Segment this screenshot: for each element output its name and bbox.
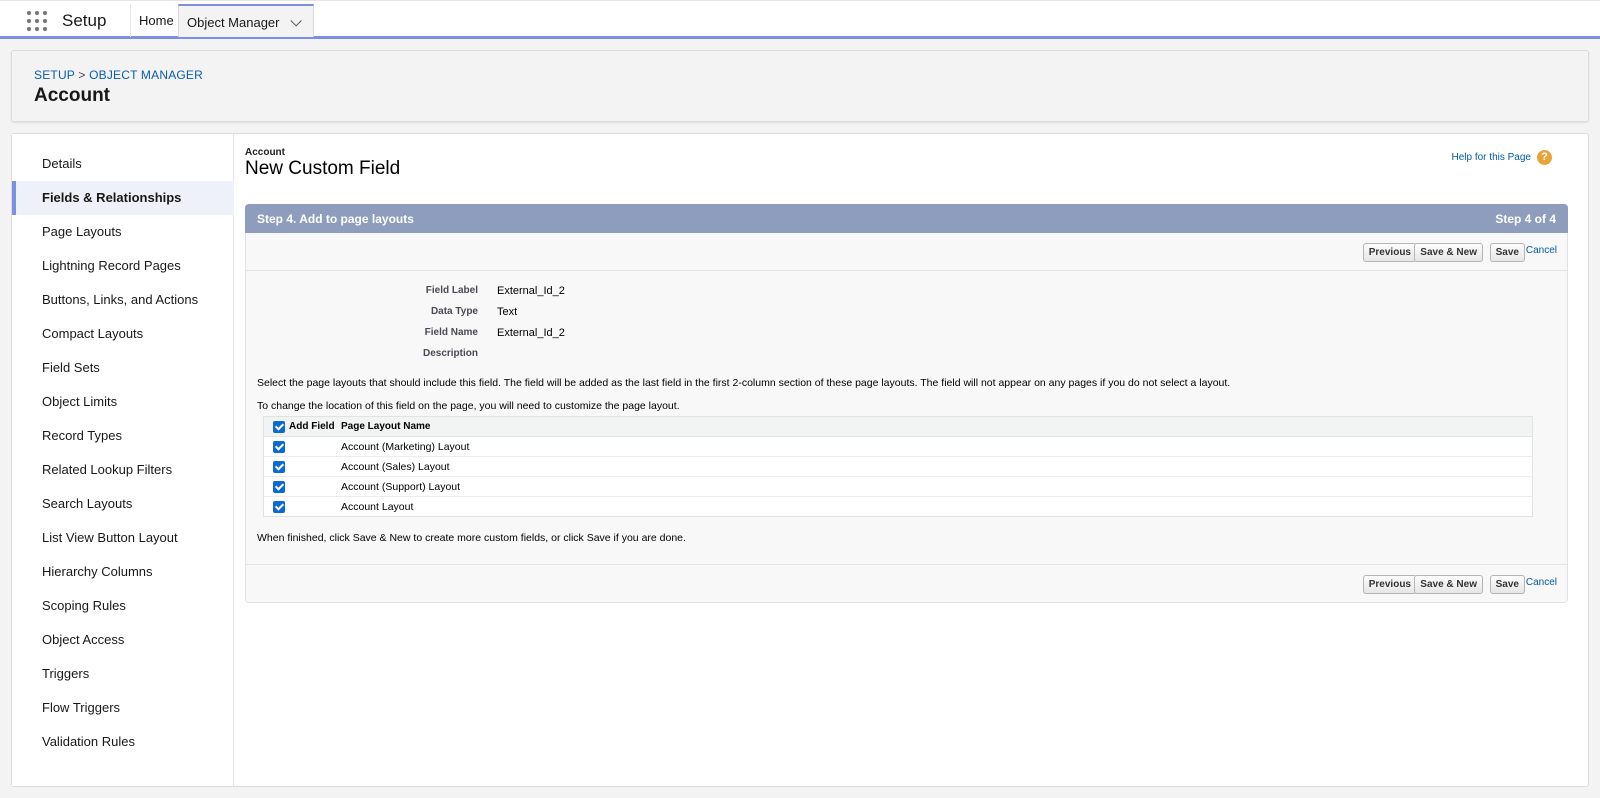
button-row-bottom: Previous Save & New Save Cancel xyxy=(246,564,1567,602)
instruction-text: Select the page layouts that should incl… xyxy=(257,377,1231,389)
detail-value: External_Id_2 xyxy=(497,285,565,297)
button-row-top: Previous Save & New Save Cancel xyxy=(246,233,1567,271)
previous-button[interactable]: Previous xyxy=(1362,243,1417,262)
table-row: Account Layout xyxy=(264,497,1532,517)
step-header: Step 4. Add to page layouts Step 4 of 4 xyxy=(245,204,1568,233)
instruction-text-secondary: To change the location of this field on … xyxy=(257,400,680,412)
page-title: Account xyxy=(34,85,110,106)
layout-name: Account (Sales) Layout xyxy=(341,461,450,473)
sidebar-item-fields-relationships[interactable]: Fields & Relationships xyxy=(12,181,234,215)
row-checkbox[interactable] xyxy=(273,501,285,513)
row-checkbox[interactable] xyxy=(273,441,285,453)
detail-field-label: Field Label External_Id_2 xyxy=(246,285,946,305)
table-header: Add Field Page Layout Name xyxy=(264,417,1532,437)
object-crumb: Account xyxy=(245,147,285,158)
sidebar-item-compact-layouts[interactable]: Compact Layouts xyxy=(12,317,234,351)
step-block: Step 4. Add to page layouts Step 4 of 4 … xyxy=(245,204,1568,603)
sidebar-item-page-layouts[interactable]: Page Layouts xyxy=(12,215,234,249)
detail-field-name: Field Name External_Id_2 xyxy=(246,327,946,347)
table-row: Account (Sales) Layout xyxy=(264,457,1532,477)
object-header: SETUP > OBJECT MANAGER Account xyxy=(11,50,1589,122)
app-launcher-icon[interactable] xyxy=(26,10,48,32)
detail-label: Description xyxy=(422,348,478,359)
help-link[interactable]: Help for this Page? xyxy=(1451,150,1552,165)
breadcrumb: SETUP > OBJECT MANAGER xyxy=(34,68,203,82)
help-icon[interactable]: ? xyxy=(1537,150,1552,165)
sidebar: Details Fields & Relationships Page Layo… xyxy=(12,134,234,786)
content-area: Account New Custom Field Help for this P… xyxy=(245,134,1580,786)
sidebar-item-details[interactable]: Details xyxy=(12,147,234,181)
detail-value: External_Id_2 xyxy=(497,327,565,339)
previous-button[interactable]: Previous xyxy=(1362,575,1417,594)
nav-tab-object-manager-label: Object Manager xyxy=(187,15,280,30)
cancel-link[interactable]: Cancel xyxy=(1526,577,1557,588)
page-heading: New Custom Field xyxy=(245,158,401,179)
save-new-button[interactable]: Save & New xyxy=(1414,575,1483,594)
save-button[interactable]: Save xyxy=(1489,243,1525,262)
sidebar-item-lightning-record-pages[interactable]: Lightning Record Pages xyxy=(12,249,234,283)
sidebar-item-object-limits[interactable]: Object Limits xyxy=(12,385,234,419)
column-header-add-field: Add Field xyxy=(289,421,335,432)
detail-description: Description xyxy=(246,348,946,368)
sidebar-item-buttons-links-actions[interactable]: Buttons, Links, and Actions xyxy=(12,283,234,317)
layout-name: Account (Support) Layout xyxy=(341,481,461,493)
sidebar-item-related-lookup-filters[interactable]: Related Lookup Filters xyxy=(12,453,234,487)
column-header-layout-name: Page Layout Name xyxy=(341,421,431,432)
detail-value: Text xyxy=(497,306,518,318)
nav-tab-home[interactable]: Home xyxy=(130,4,182,37)
app-name: Setup xyxy=(62,11,107,30)
row-checkbox[interactable] xyxy=(273,481,285,493)
save-new-button[interactable]: Save & New xyxy=(1414,243,1483,262)
chevron-down-icon[interactable] xyxy=(289,15,302,27)
global-header: Setup Home Object Manager xyxy=(0,0,1600,39)
detail-label: Field Label xyxy=(425,285,478,296)
finish-note: When finished, click Save & New to creat… xyxy=(257,532,686,544)
sidebar-item-list-view-button-layout[interactable]: List View Button Layout xyxy=(12,521,234,555)
breadcrumb-setup-link[interactable]: SETUP xyxy=(34,68,75,82)
save-button[interactable]: Save xyxy=(1489,575,1525,594)
row-checkbox[interactable] xyxy=(273,461,285,473)
help-link-label: Help for this Page xyxy=(1451,152,1532,164)
sidebar-item-field-sets[interactable]: Field Sets xyxy=(12,351,234,385)
sidebar-item-flow-triggers[interactable]: Flow Triggers xyxy=(12,691,234,725)
sidebar-item-record-types[interactable]: Record Types xyxy=(12,419,234,453)
layout-name: Account (Marketing) Layout xyxy=(341,441,470,453)
breadcrumb-separator: > xyxy=(74,68,90,82)
main-panel: Details Fields & Relationships Page Layo… xyxy=(11,133,1589,787)
select-all-checkbox[interactable] xyxy=(273,421,285,433)
cancel-link[interactable]: Cancel xyxy=(1526,245,1557,256)
layout-name: Account Layout xyxy=(341,501,414,513)
detail-data-type: Data Type Text xyxy=(246,306,946,326)
sidebar-item-triggers[interactable]: Triggers xyxy=(12,657,234,691)
sidebar-item-validation-rules[interactable]: Validation Rules xyxy=(12,725,234,759)
page-layouts-table: Add Field Page Layout Name Account (Mark… xyxy=(263,416,1533,517)
breadcrumb-object-manager-link[interactable]: OBJECT MANAGER xyxy=(89,68,203,82)
table-row: Account (Support) Layout xyxy=(264,477,1532,497)
table-row: Account (Marketing) Layout xyxy=(264,437,1532,457)
step-title: Step 4. Add to page layouts xyxy=(257,212,414,226)
sidebar-item-search-layouts[interactable]: Search Layouts xyxy=(12,487,234,521)
detail-label: Field Name xyxy=(424,327,478,338)
sidebar-item-scoping-rules[interactable]: Scoping Rules xyxy=(12,589,234,623)
sidebar-item-hierarchy-columns[interactable]: Hierarchy Columns xyxy=(12,555,234,589)
sidebar-item-object-access[interactable]: Object Access xyxy=(12,623,234,657)
step-count: Step 4 of 4 xyxy=(1495,212,1556,226)
nav-tab-object-manager[interactable]: Object Manager xyxy=(178,4,314,37)
detail-label: Data Type xyxy=(430,306,478,317)
